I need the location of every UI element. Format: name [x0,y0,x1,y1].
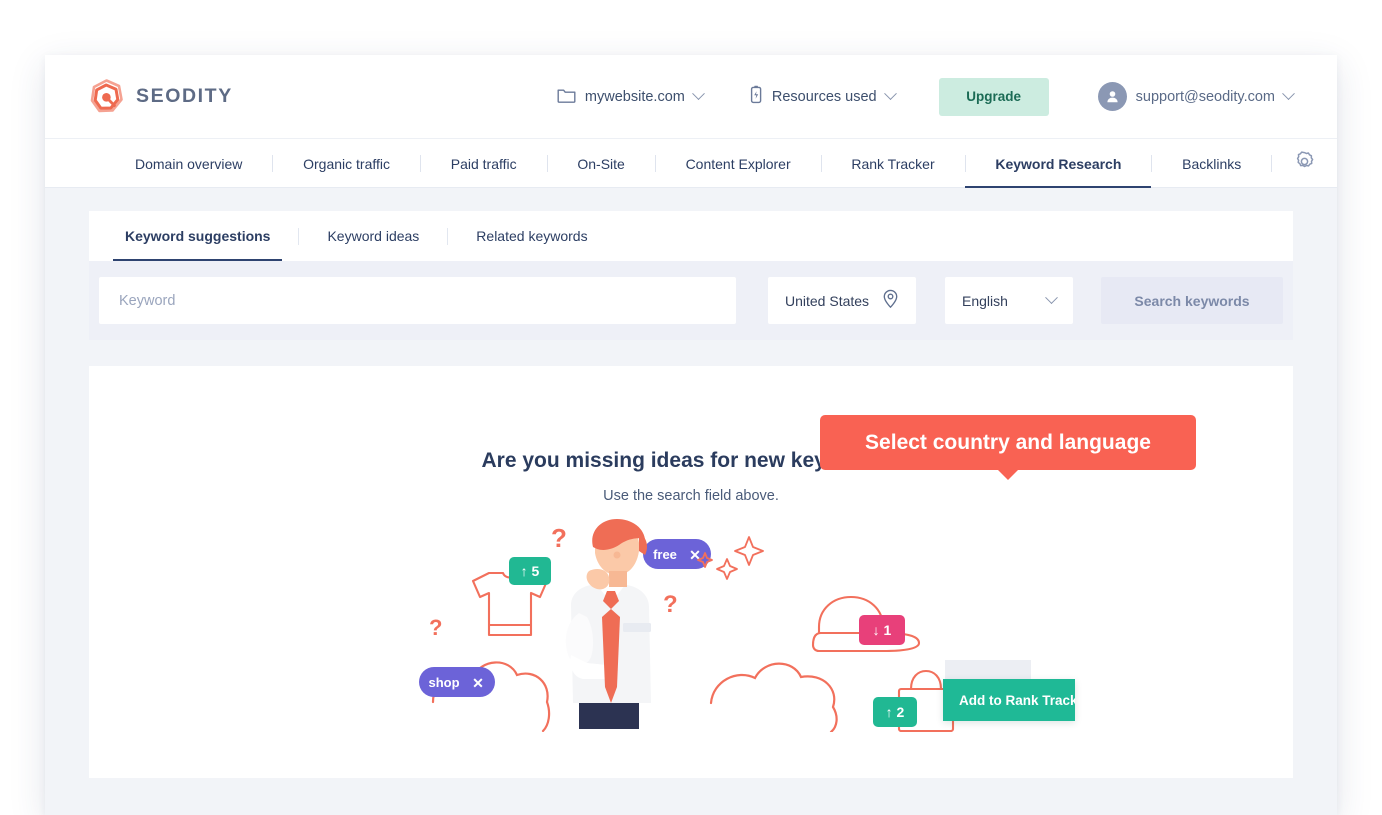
svg-text:?: ? [663,591,678,618]
svg-text:?: ? [429,615,442,640]
keyword-tabs: Keyword suggestions Keyword ideas Relate… [89,211,1293,261]
add-to-rank-tracker-button[interactable]: Add to Rank Tracker [943,679,1075,721]
tab-keyword-ideas[interactable]: Keyword ideas [299,211,447,261]
chevron-down-icon [1045,291,1058,305]
svg-text:↓ 1: ↓ 1 [873,622,892,638]
tab-label: Keyword suggestions [125,228,271,244]
brand-name: SEODITY [136,85,233,107]
tab-keyword-suggestions[interactable]: Keyword suggestions [97,211,298,261]
nav-item-keyword-research[interactable]: Keyword Research [965,139,1152,188]
country-value: United States [785,292,870,309]
brand-logo[interactable]: SEODITY [89,78,233,116]
site-selector[interactable]: mywebsite.com [557,79,705,115]
resources-used[interactable]: Resources used [749,77,897,116]
country-selector[interactable]: United States [768,277,916,324]
gear-icon [1294,150,1315,177]
app-window: SEODITY mywebsite.com Resources used Upg… [45,55,1337,815]
svg-text:↑ 2: ↑ 2 [886,704,905,720]
nav-label: Paid traffic [450,155,517,172]
language-value: English [962,292,1008,309]
nav-item-paid-traffic[interactable]: Paid traffic [421,139,547,188]
nav-label: Organic traffic [303,155,390,172]
keyword-input[interactable] [99,277,736,324]
nav-item-rank-tracker[interactable]: Rank Tracker [821,139,964,188]
settings-button[interactable] [1272,139,1337,188]
nav-item-backlinks[interactable]: Backlinks [1152,139,1271,188]
nav-label: On-Site [577,155,625,172]
nav-label: Keyword Research [995,155,1122,172]
tooltip-text: Select country and language [865,430,1151,454]
search-keywords-button[interactable]: Search keywords [1101,277,1283,324]
location-pin-icon [882,289,899,312]
nav-label: Backlinks [1182,155,1242,172]
top-bar: SEODITY mywebsite.com Resources used Upg… [45,55,1337,138]
nav-item-on-site[interactable]: On-Site [547,139,654,188]
country-language-tooltip: Select country and language [820,415,1196,480]
resources-used-label: Resources used [771,88,877,105]
chevron-down-icon [883,87,897,101]
keyword-search-bar: United States English Search keywords [89,261,1293,340]
account-email: support@seodity.com [1135,88,1275,105]
site-selector-label: mywebsite.com [584,88,685,105]
nav-item-organic-traffic[interactable]: Organic traffic [273,139,420,188]
nav-label: Content Explorer [685,155,791,172]
battery-icon [749,85,763,108]
user-avatar-icon [1097,82,1127,111]
nav-label: Rank Tracker [851,155,935,172]
thinking-man-keywords-illustration: ↑ 5 ↓ 1 ↑ 2 free ✕ shop ✕ ? ? ? [411,517,971,734]
chevron-down-icon [691,87,705,101]
folder-icon [557,87,576,107]
empty-state-subtitle: Use the search field above. [603,488,779,504]
svg-text:?: ? [551,523,567,553]
nav-item-content-explorer[interactable]: Content Explorer [656,139,821,188]
svg-text:↑ 5: ↑ 5 [521,563,540,579]
page-content: Keyword suggestions Keyword ideas Relate… [45,211,1337,778]
chevron-down-icon [1282,87,1295,101]
svg-text:free: free [653,547,677,562]
nav-item-domain-overview[interactable]: Domain overview [105,139,272,188]
svg-text:shop: shop [428,675,459,690]
language-selector[interactable]: English [945,277,1073,324]
tab-label: Related keywords [476,228,588,244]
tab-related-keywords[interactable]: Related keywords [448,211,615,261]
top-bar-right: mywebsite.com Resources used Upgrade sup… [557,74,1295,119]
upgrade-button[interactable]: Upgrade [938,77,1049,116]
tab-label: Keyword ideas [327,228,420,244]
account-menu[interactable]: support@seodity.com [1097,74,1295,119]
main-navigation: Domain overview Organic traffic Paid tra… [45,138,1337,188]
seodity-hexagon-magnifier-logo-icon [89,78,125,116]
nav-label: Domain overview [135,155,243,172]
svg-text:✕: ✕ [472,675,484,691]
